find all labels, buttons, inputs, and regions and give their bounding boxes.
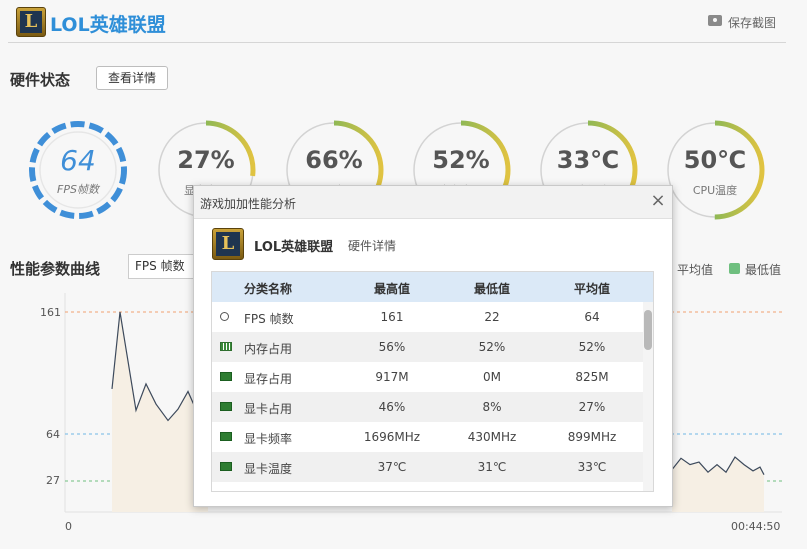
cell-avg: 825M [575,370,609,384]
cell-avg: 52% [578,340,606,354]
table-row: 显卡频率 1696MHz 430MHz 899MHz [212,422,643,452]
gpu-icon [220,462,232,471]
cell-max: 37℃ [377,460,407,474]
cell-min: 0M [483,370,501,384]
col-name: 分类名称 [243,282,292,296]
cell-min: 31℃ [477,460,507,474]
cell-min: 22 [484,310,500,324]
cell-name: 显卡温度 [244,462,293,476]
cell-avg: 27% [578,400,606,414]
cell-name: 显存占用 [244,372,293,386]
cell-avg: 33℃ [577,460,607,474]
performance-analysis-dialog: 游戏加加性能分析 × L LOL英雄联盟 硬件详情 分类名称 最高值 最低值 平… [193,185,673,507]
hardware-detail-table: 分类名称 最高值 最低值 平均值 FPS 帧数 161 22 64 内存占用 56% 52%… [211,271,654,492]
cell-max: 917M [375,370,409,384]
cell-min: 8% [482,400,502,414]
table-row: FPS 帧数 161 22 64 [212,302,643,332]
dialog-app-logo: L [212,228,244,260]
col-avg: 平均值 [573,282,610,296]
table-row: 显卡占用 46% 8% 27% [212,392,643,422]
gpu-icon [220,402,232,411]
cell-min: 430MHz [467,430,517,444]
table-row: 显存占用 917M 0M 825M [212,362,643,392]
cell-max: 46% [378,400,406,414]
col-min: 最低值 [473,282,510,296]
cell-name: 内存占用 [244,342,293,356]
cell-min: 52% [478,340,506,354]
table-scrollbar-thumb[interactable] [644,310,652,350]
table-header: 分类名称 最高值 最低值 平均值 [212,272,653,302]
cell-max: 161 [380,310,404,324]
dialog-subtitle: 硬件详情 [348,239,397,253]
dialog-title: 游戏加加性能分析 [200,197,297,211]
gauge-icon [220,312,229,321]
cell-name: 显卡频率 [244,432,293,446]
table-row: 显卡温度 37℃ 31℃ 33℃ [212,452,643,482]
dialog-app-name: LOL英雄联盟 [254,240,334,255]
close-icon[interactable]: × [649,190,667,212]
cell-name: FPS 帧数 [244,312,294,326]
gpu-icon [220,432,232,441]
table-row: 内存占用 56% 52% 52% [212,332,643,362]
col-max: 最高值 [373,282,410,296]
vram-icon [220,372,232,381]
memory-icon [220,342,232,351]
cell-max: 1696MHz [363,430,421,444]
cell-avg: 899MHz [567,430,617,444]
cell-name: 显卡占用 [244,402,293,416]
cell-max: 56% [378,340,406,354]
cell-avg: 64 [584,310,600,324]
